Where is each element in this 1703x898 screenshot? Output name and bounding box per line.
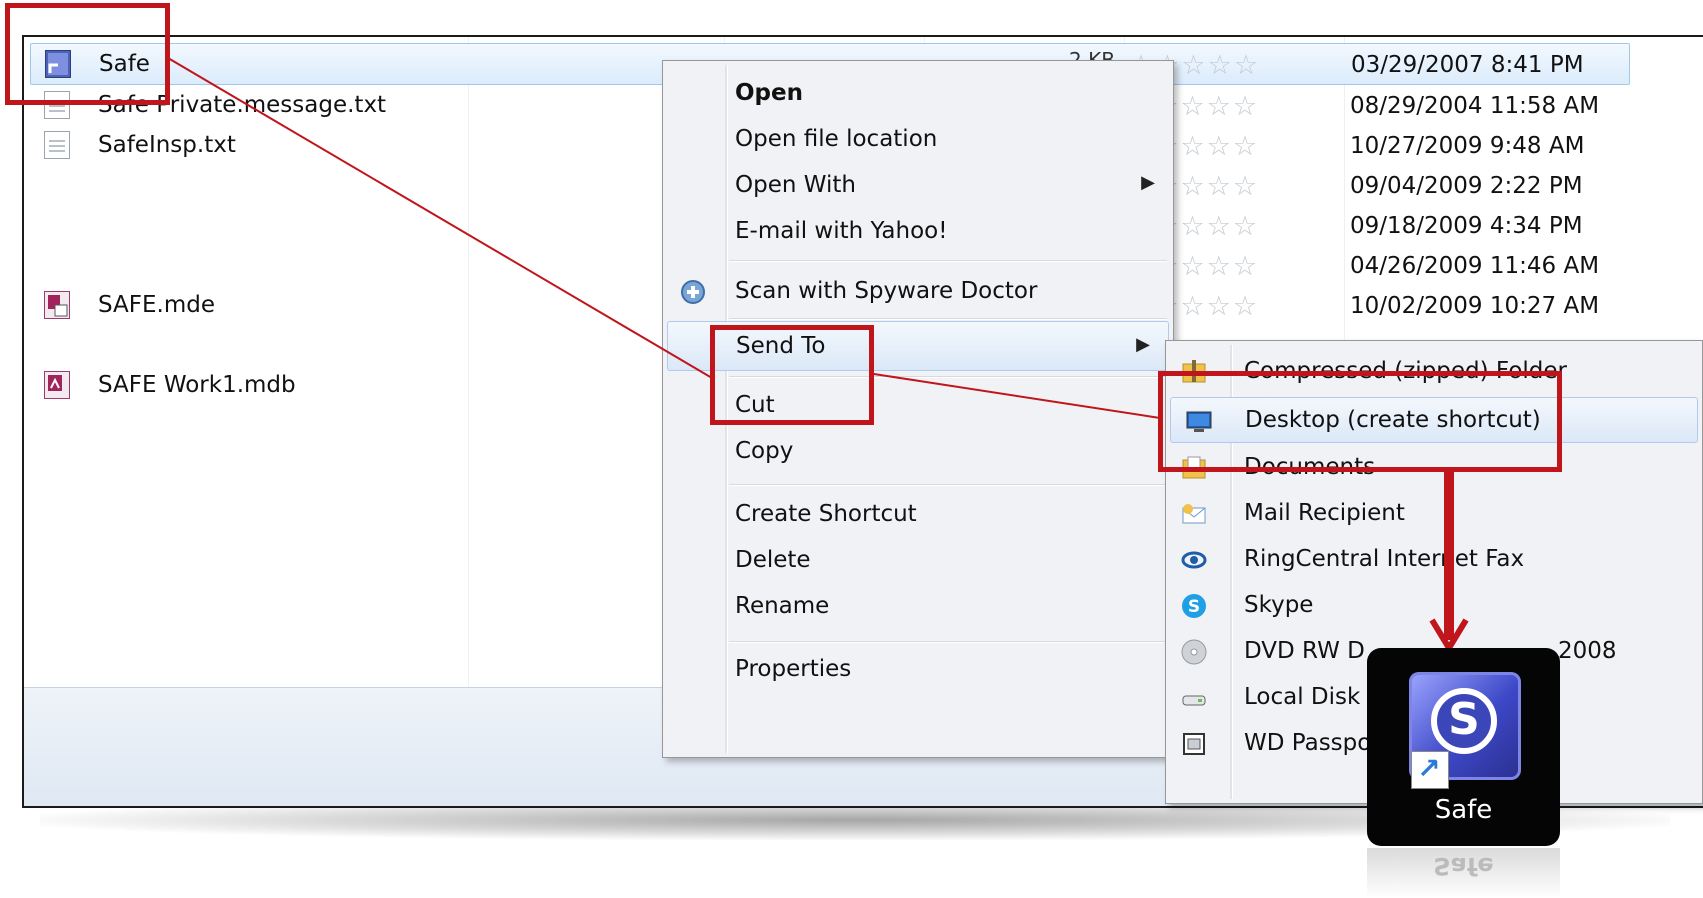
connector-line	[167, 57, 713, 379]
tile-reflection: Safe	[1367, 848, 1560, 898]
highlight-box-safe-file	[5, 3, 170, 105]
desktop-shortcut-tile[interactable]: S ↗ Safe	[1367, 648, 1560, 846]
desktop-icon-label: Safe	[1434, 795, 1493, 825]
highlight-box-send-to	[710, 325, 874, 425]
shortcut-arrow-icon: ↗	[1411, 751, 1449, 789]
highlight-box-desktop-shortcut	[1158, 371, 1562, 472]
down-arrow-shaft	[1444, 470, 1454, 640]
connector-line	[873, 373, 1161, 419]
